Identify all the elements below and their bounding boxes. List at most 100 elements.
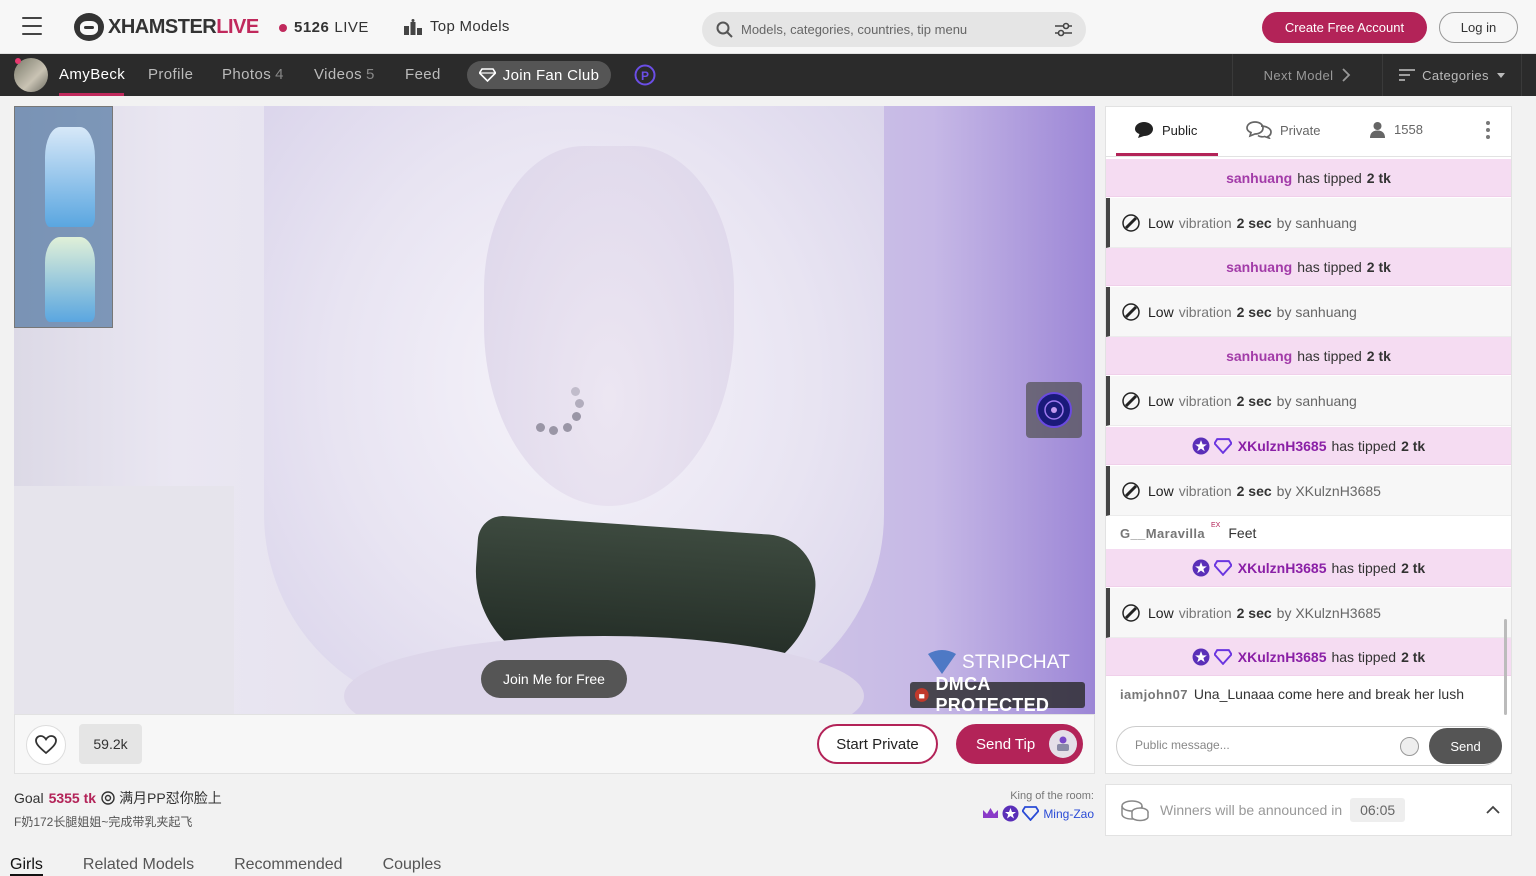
goal-subtitle: F奶172长腿姐姐~完成带乳夹起飞 (14, 815, 193, 829)
stripchat-logo-icon (928, 650, 956, 674)
heart-icon (35, 735, 57, 755)
goal-line: Goal 5355 tk 满月PP怼你脸上 (14, 790, 222, 806)
tab-girls[interactable]: Girls (10, 856, 43, 876)
vibration-icon (1122, 391, 1140, 410)
send-message-button[interactable]: Send (1429, 728, 1502, 764)
chevron-right-icon (1342, 68, 1351, 82)
chat-message-vibration: Low vibration 2 sec by sanhuang (1106, 376, 1511, 426)
tab-feed[interactable]: Feed (405, 66, 441, 83)
chat-message-user: G__Maravilla EX Feet (1120, 521, 1257, 542)
lovense-overlay (14, 106, 113, 328)
target-icon (101, 791, 115, 805)
dmca-watermark: DMCA PROTECTED (910, 674, 1085, 715)
site-logo[interactable]: XHAMSTER LIVE (74, 12, 259, 42)
chat-messages[interactable]: sanhuang has tipped 2 tk Low vibration 2 sec… (1106, 159, 1511, 719)
podium-icon (404, 18, 422, 35)
diamond-badge-icon (1213, 559, 1232, 576)
winners-countdown: 06:05 (1350, 798, 1406, 822)
public-message-input[interactable] (1135, 738, 1385, 752)
logo-text-live: LIVE (216, 15, 259, 38)
next-model-button[interactable]: Next Model (1232, 54, 1382, 96)
svg-text:P: P (641, 69, 649, 83)
search-bar[interactable] (702, 12, 1086, 47)
private-chat-icon (1246, 121, 1272, 139)
active-tab-indicator (59, 93, 124, 96)
diamond-icon (478, 68, 496, 82)
tab-model-name[interactable]: AmyBeck (59, 66, 125, 83)
emoji-icon[interactable] (1400, 737, 1419, 756)
star-badge-icon (1192, 559, 1210, 576)
diamond-badge-icon (1022, 806, 1040, 821)
tab-public-chat[interactable]: Public (1134, 121, 1197, 139)
toy-status-icon[interactable] (1026, 382, 1082, 438)
winners-panel[interactable]: Winners will be announced in 06:05 (1105, 784, 1512, 836)
chat-bubble-icon (1135, 122, 1153, 138)
tab-private-chat[interactable]: Private (1246, 121, 1320, 139)
tab-profile[interactable]: Profile (148, 66, 193, 83)
favorites-count: 59.2k (79, 724, 142, 764)
vibration-icon (1122, 213, 1140, 232)
menu-icon[interactable] (22, 17, 42, 35)
lock-icon (914, 688, 929, 702)
bottom-category-tabs: Girls Related Models Recommended Couples (10, 856, 481, 876)
tab-photos[interactable]: Photos 4 (222, 66, 284, 83)
chat-message-tip: XKulznH3685 has tipped 2 tk (1106, 427, 1511, 465)
p-coin-icon[interactable]: P (634, 64, 656, 86)
tab-related-models[interactable]: Related Models (83, 856, 194, 876)
tip-toy-icon (1049, 730, 1077, 758)
chat-message-tip: sanhuang has tipped 2 tk (1106, 159, 1511, 197)
goal-amount: 5355 tk (48, 790, 97, 806)
overlay-image (45, 127, 95, 227)
king-of-room[interactable]: Ming-Zao (982, 805, 1094, 822)
diamond-badge-icon (1213, 437, 1232, 454)
vibration-icon (1122, 302, 1140, 321)
tab-couples[interactable]: Couples (383, 856, 442, 876)
chevron-up-icon[interactable] (1486, 805, 1500, 814)
loading-spinner-icon (530, 385, 590, 445)
filter-icon[interactable] (1055, 22, 1072, 37)
join-me-for-free-button[interactable]: Join Me for Free (481, 660, 627, 698)
lovense-toy-icon (1036, 392, 1072, 428)
send-tip-button[interactable]: Send Tip (956, 724, 1083, 764)
search-input[interactable] (741, 22, 1055, 37)
search-icon (716, 21, 733, 38)
viewers-count[interactable]: 1558 (1369, 121, 1423, 138)
active-chat-tab-indicator (1116, 153, 1218, 156)
top-header: XHAMSTERLIVE 5126 LIVE Top Models Create… (0, 0, 1536, 54)
chat-tabs: Public Private 1558 (1106, 107, 1511, 157)
chat-message-user: iamjohn07 Una_Lunaaa come here and break … (1120, 686, 1464, 702)
king-of-room-label: King of the room: (1010, 790, 1094, 802)
hamster-logo-icon (74, 13, 104, 41)
live-count[interactable]: 5126 LIVE (279, 19, 369, 36)
categories-dropdown[interactable]: Categories (1382, 54, 1522, 96)
chat-message-tip: sanhuang has tipped 2 tk (1106, 248, 1511, 286)
vibration-icon (1122, 603, 1140, 622)
tab-recommended[interactable]: Recommended (234, 856, 343, 876)
chat-scrollbar[interactable] (1504, 619, 1507, 715)
vibration-icon (1122, 481, 1140, 500)
online-status-dot (15, 58, 21, 64)
tab-videos[interactable]: Videos 5 (314, 66, 375, 83)
login-button[interactable]: Log in (1439, 12, 1518, 43)
stripchat-watermark: STRIPCHAT (926, 650, 1070, 676)
goal-title: 满月PP怼你脸上 (119, 790, 222, 806)
chat-message-tip: XKulznH3685 has tipped 2 tk (1106, 549, 1511, 587)
caret-down-icon (1496, 72, 1505, 78)
video-frame (484, 146, 734, 506)
create-account-button[interactable]: Create Free Account (1262, 12, 1427, 43)
top-models-link[interactable]: Top Models (404, 18, 510, 35)
live-dot-icon (279, 23, 287, 32)
chat-message-tip: sanhuang has tipped 2 tk (1106, 337, 1511, 375)
favorite-button[interactable] (26, 725, 66, 765)
join-fan-club-button[interactable]: Join Fan Club (467, 61, 611, 89)
video-frame (14, 486, 234, 714)
overlay-image (45, 237, 95, 322)
logo-text-xhamster: XHAMSTER (108, 15, 217, 38)
chat-message-vibration: Low vibration 2 sec by sanhuang (1106, 198, 1511, 248)
sort-icon (1399, 69, 1416, 81)
star-badge-icon (1192, 648, 1210, 665)
coins-icon (1121, 800, 1149, 822)
winners-text: Winners will be announced in (1160, 802, 1343, 818)
more-options-icon[interactable] (1486, 121, 1492, 142)
start-private-button[interactable]: Start Private (817, 724, 938, 764)
